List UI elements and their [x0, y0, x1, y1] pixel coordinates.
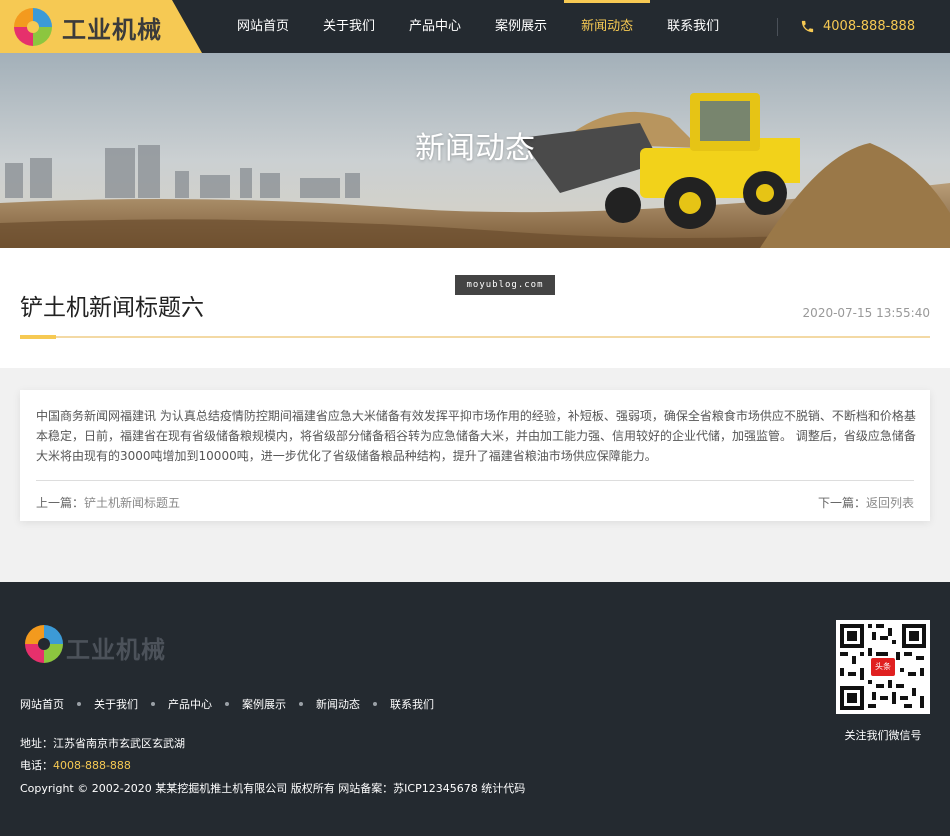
footer-tel-label: 电话： [20, 759, 53, 772]
nav-item-about[interactable]: 关于我们 [306, 0, 392, 53]
article-header: moyublog.com 铲土机新闻标题六 2020-07-15 13:55:4… [0, 248, 950, 368]
footer-nav-contact[interactable]: 联系我们 [390, 696, 434, 712]
watermark: moyublog.com [455, 275, 555, 295]
footer-nav-products[interactable]: 产品中心 [168, 696, 212, 712]
footer-nav-separator [299, 702, 303, 706]
logo-text: 工业机械 [62, 15, 162, 44]
footer-nav-separator [151, 702, 155, 706]
prev-article-title[interactable]: 铲土机新闻标题五 [84, 496, 180, 510]
header-phone-number: 4008-888-888 [823, 19, 916, 34]
site-header: 工业机械 网站首页 关于我们 产品中心 案例展示 新闻动态 联系我们 4008-… [0, 0, 950, 53]
footer-copyright: Copyright © 2002-2020 某某挖掘机推土机有限公司 版权所有 … [20, 782, 526, 795]
footer-nav-cases[interactable]: 案例展示 [242, 696, 286, 712]
nav-item-contact[interactable]: 联系我们 [650, 0, 736, 53]
header-phone[interactable]: 4008-888-888 [800, 0, 915, 53]
four-color-circle-logo-icon [14, 8, 52, 46]
site-footer: 工业机械 网站首页 关于我们 产品中心 案例展示 新闻动态 联系我们 地址：江苏… [0, 582, 950, 836]
footer-logo-icon[interactable] [22, 622, 66, 666]
logo[interactable]: 工业机械 [0, 0, 202, 53]
footer-nav-separator [225, 702, 229, 706]
prev-article-link[interactable]: 上一篇：铲土机新闻标题五 [36, 494, 180, 511]
next-article-link[interactable]: 下一篇：返回列表 [818, 494, 914, 511]
qr-code-label: 关注我们微信号 [844, 729, 922, 742]
next-article-label: 下一篇： [817, 496, 866, 510]
qr-badge-text: 头条 [875, 662, 891, 671]
wechat-qr-code: 头条 [836, 620, 930, 714]
page-banner: 新闻动态 [0, 53, 950, 248]
main-nav: 网站首页 关于我们 产品中心 案例展示 新闻动态 联系我们 [220, 0, 736, 53]
nav-divider [777, 18, 778, 36]
footer-logo-text: 工业机械 [66, 635, 166, 664]
footer-nav-separator [77, 702, 81, 706]
article-card: 中国商务新闻网福建讯 为认真总结疫情防控期间福建省应急大米储备有效发挥平抑市场作… [20, 390, 930, 521]
footer-address: 地址：江苏省南京市玄武区玄武湖 [20, 737, 185, 750]
footer-tel: 电话：4008-888-888 [20, 757, 131, 773]
title-divider [20, 336, 930, 338]
card-divider [36, 480, 914, 481]
article-body: 中国商务新闻网福建讯 为认真总结疫情防控期间福建省应急大米储备有效发挥平抑市场作… [36, 409, 916, 463]
article-title: 铲土机新闻标题六 [20, 295, 204, 321]
nav-item-cases[interactable]: 案例展示 [478, 0, 564, 53]
footer-tel-number[interactable]: 4008-888-888 [53, 759, 131, 772]
nav-item-home[interactable]: 网站首页 [220, 0, 306, 53]
banner-title: 新闻动态 [415, 131, 535, 166]
back-to-list-link[interactable]: 返回列表 [866, 496, 914, 510]
nav-item-products[interactable]: 产品中心 [392, 0, 478, 53]
article-date: 2020-07-15 13:55:40 [802, 306, 930, 320]
prev-article-label: 上一篇： [36, 496, 85, 510]
footer-nav-home[interactable]: 网站首页 [20, 696, 64, 712]
nav-item-news[interactable]: 新闻动态 [564, 0, 651, 53]
footer-nav-about[interactable]: 关于我们 [94, 696, 138, 712]
footer-nav-news[interactable]: 新闻动态 [316, 696, 360, 712]
footer-nav-separator [373, 702, 377, 706]
phone-icon [801, 20, 814, 33]
title-divider-accent [20, 335, 56, 339]
footer-nav: 网站首页 关于我们 产品中心 案例展示 新闻动态 联系我们 [20, 696, 434, 712]
